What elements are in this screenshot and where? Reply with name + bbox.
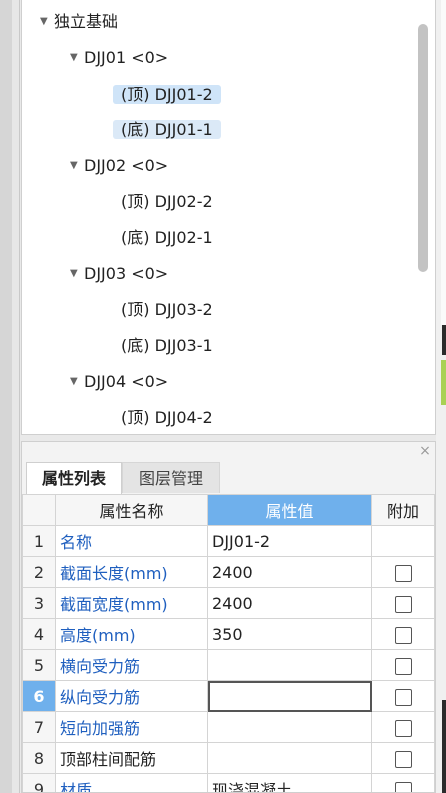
tree-leaf-label[interactable]: (顶) DJJ01-2 (113, 85, 221, 104)
property-name: 截面宽度(mm) (55, 587, 208, 619)
property-name: 截面长度(mm) (55, 556, 208, 588)
property-value[interactable]: DJJ01-2 (207, 525, 372, 557)
close-icon[interactable]: × (418, 444, 432, 458)
property-name: 高度(mm) (55, 618, 208, 650)
tab-property-list[interactable]: 属性列表 (26, 462, 122, 495)
tree-leaf-label[interactable]: (底) DJJ02-1 (113, 228, 221, 247)
extra-cell (371, 525, 435, 557)
extra-checkbox[interactable] (394, 657, 412, 675)
row-number: 4 (22, 618, 56, 650)
extra-checkbox[interactable] (394, 626, 412, 644)
table-row[interactable]: 2 截面长度(mm) 2400 (22, 556, 435, 588)
row-number: 5 (22, 649, 56, 681)
expand-arrow-icon[interactable]: ▼ (70, 152, 84, 180)
expand-arrow-icon[interactable]: ▼ (70, 368, 84, 396)
row-number: 9 (22, 773, 56, 792)
tree-leaf[interactable]: (底) DJJ03-1 (113, 332, 221, 360)
property-table: 属性名称 属性值 附加 1 名称 DJJ01-2 2 截面长度(mm) 2400… (22, 494, 435, 792)
expand-arrow-icon[interactable]: ▼ (70, 44, 84, 72)
extra-checkbox[interactable] (394, 781, 412, 792)
tree-leaf[interactable]: (顶) DJJ04-2 (113, 404, 221, 432)
tree-leaf[interactable]: (顶) DJJ01-2 (113, 81, 221, 109)
splitter[interactable] (12, 0, 20, 793)
table-row[interactable]: 1 名称 DJJ01-2 (22, 525, 435, 557)
table-header-row: 属性名称 属性值 附加 (22, 494, 435, 526)
column-header-value[interactable]: 属性值 (207, 494, 372, 526)
tree-root-label: 独立基础 (54, 12, 119, 31)
row-number: 3 (22, 587, 56, 619)
tree-leaf-label[interactable]: (顶) DJJ02-2 (113, 192, 221, 211)
tree-leaf-label[interactable]: (底) DJJ01-1 (113, 120, 221, 139)
extra-checkbox[interactable] (394, 688, 412, 706)
column-header-name[interactable]: 属性名称 (55, 494, 208, 526)
expand-arrow-icon[interactable]: ▼ (40, 8, 54, 36)
property-name: 横向受力筋 (55, 649, 208, 681)
property-value[interactable]: 现浇混凝土 (207, 773, 372, 792)
window-left-edge (0, 0, 12, 793)
property-name: 顶部柱间配筋 (55, 742, 208, 774)
table-row[interactable]: 5 横向受力筋 (22, 649, 435, 681)
table-row[interactable]: 3 截面宽度(mm) 2400 (22, 587, 435, 619)
property-value-editor[interactable] (207, 680, 372, 712)
component-tree: ▼ 独立基础 ▼ DJJ01 <0> (顶) DJJ01-2 (底) DJJ01-1… (21, 0, 436, 435)
tree-leaf[interactable]: (底) DJJ01-1 (113, 116, 221, 144)
property-value[interactable] (207, 742, 372, 774)
row-number: 6 (22, 680, 56, 712)
tree-leaf[interactable]: (顶) DJJ02-2 (113, 188, 221, 216)
extra-checkbox[interactable] (394, 719, 412, 737)
property-value[interactable] (207, 711, 372, 743)
table-row-selected[interactable]: 6 纵向受力筋 (22, 680, 435, 712)
property-name: 纵向受力筋 (55, 680, 208, 712)
tree-group-djj01[interactable]: ▼ DJJ01 <0> (70, 44, 168, 72)
tree-leaf[interactable]: (底) DJJ02-1 (113, 224, 221, 252)
tree-leaf-label[interactable]: (顶) DJJ04-2 (113, 408, 221, 427)
table-row[interactable]: 9 材质 现浇混凝土 (22, 773, 435, 792)
property-value[interactable] (207, 649, 372, 681)
extra-checkbox[interactable] (394, 595, 412, 613)
tree-group-djj04[interactable]: ▼ DJJ04 <0> (70, 368, 168, 396)
property-name: 材质 (55, 773, 208, 792)
row-number: 7 (22, 711, 56, 743)
column-header-extra[interactable]: 附加 (371, 494, 435, 526)
row-number: 1 (22, 525, 56, 557)
row-number: 8 (22, 742, 56, 774)
tree-root-node[interactable]: ▼ 独立基础 (40, 8, 118, 36)
tree-group-djj02[interactable]: ▼ DJJ02 <0> (70, 152, 168, 180)
extra-checkbox[interactable] (394, 564, 412, 582)
table-row[interactable]: 8 顶部柱间配筋 (22, 742, 435, 774)
tree-leaf[interactable]: (顶) DJJ03-2 (113, 296, 221, 324)
property-value[interactable]: 350 (207, 618, 372, 650)
property-value[interactable]: 2400 (207, 556, 372, 588)
property-panel: × 属性列表 图层管理 属性名称 属性值 附加 1 名称 DJJ01-2 2 截… (21, 441, 436, 793)
table-row[interactable]: 7 短向加强筋 (22, 711, 435, 743)
tree-leaf-label[interactable]: (顶) DJJ03-2 (113, 300, 221, 319)
tree-group-djj03[interactable]: ▼ DJJ03 <0> (70, 260, 168, 288)
tree-leaf-label[interactable]: (底) DJJ03-1 (113, 336, 221, 355)
property-value[interactable]: 2400 (207, 587, 372, 619)
expand-arrow-icon[interactable]: ▼ (70, 260, 84, 288)
table-row[interactable]: 4 高度(mm) 350 (22, 618, 435, 650)
window-right-edge (436, 0, 446, 793)
property-name: 短向加强筋 (55, 711, 208, 743)
column-header-index (22, 494, 56, 526)
property-name: 名称 (55, 525, 208, 557)
extra-checkbox[interactable] (394, 750, 412, 768)
row-number: 2 (22, 556, 56, 588)
tab-layer-management[interactable]: 图层管理 (122, 462, 220, 493)
tree-scrollbar-thumb[interactable] (418, 24, 428, 272)
panel-tabs: 属性列表 图层管理 (22, 460, 435, 495)
